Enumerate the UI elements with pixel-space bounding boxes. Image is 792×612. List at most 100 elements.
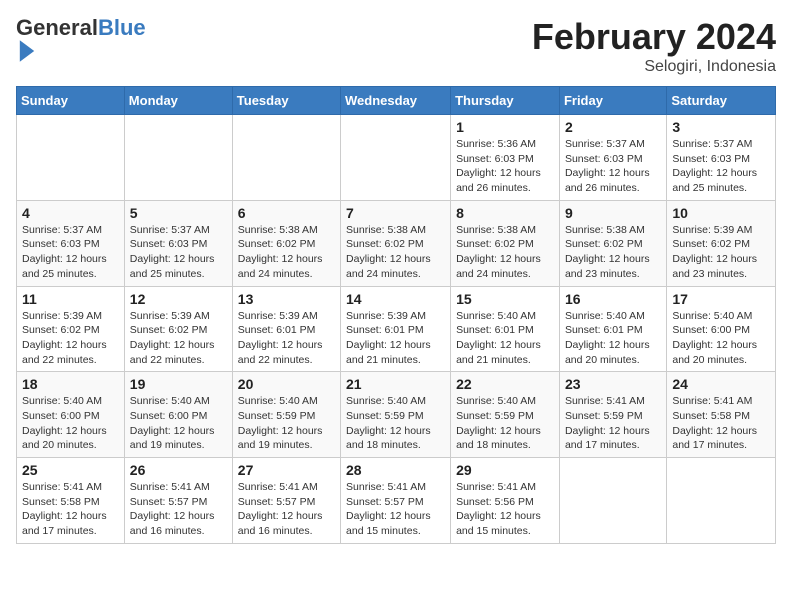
day-number: 2 bbox=[565, 119, 661, 135]
day-info: Sunrise: 5:39 AMSunset: 6:01 PMDaylight:… bbox=[346, 309, 445, 368]
calendar-cell: 3 Sunrise: 5:37 AMSunset: 6:03 PMDaylight… bbox=[667, 115, 776, 201]
calendar-cell: 2 Sunrise: 5:37 AMSunset: 6:03 PMDaylight… bbox=[559, 115, 666, 201]
calendar-cell bbox=[17, 115, 125, 201]
day-info: Sunrise: 5:36 AMSunset: 6:03 PMDaylight:… bbox=[456, 137, 554, 196]
day-number: 5 bbox=[130, 205, 227, 221]
day-number: 29 bbox=[456, 462, 554, 478]
month-title: February 2024 bbox=[532, 16, 776, 58]
day-info: Sunrise: 5:37 AMSunset: 6:03 PMDaylight:… bbox=[130, 223, 227, 282]
calendar-cell: 15 Sunrise: 5:40 AMSunset: 6:01 PMDayligh… bbox=[451, 286, 560, 372]
day-number: 17 bbox=[672, 291, 770, 307]
day-info: Sunrise: 5:37 AMSunset: 6:03 PMDaylight:… bbox=[565, 137, 661, 196]
calendar-cell: 23Sunrise: 5:41 AMSunset: 5:59 PMDayligh… bbox=[559, 372, 666, 458]
calendar-week-2: 11 Sunrise: 5:39 AMSunset: 6:02 PMDayligh… bbox=[17, 286, 776, 372]
day-info: Sunrise: 5:40 AMSunset: 5:59 PMDaylight:… bbox=[456, 394, 554, 453]
day-info: Sunrise: 5:37 AMSunset: 6:03 PMDaylight:… bbox=[672, 137, 770, 196]
day-number: 7 bbox=[346, 205, 445, 221]
calendar-cell bbox=[341, 115, 451, 201]
day-info: Sunrise: 5:40 AMSunset: 6:00 PMDaylight:… bbox=[672, 309, 770, 368]
page-header: GeneralBlue February 2024 Selogiri, Indo… bbox=[16, 16, 776, 76]
calendar-week-1: 4 Sunrise: 5:37 AMSunset: 6:03 PMDaylight… bbox=[17, 200, 776, 286]
calendar-cell bbox=[667, 458, 776, 544]
day-number: 28 bbox=[346, 462, 445, 478]
day-info: Sunrise: 5:39 AMSunset: 6:02 PMDaylight:… bbox=[22, 309, 119, 368]
day-info: Sunrise: 5:41 AMSunset: 5:57 PMDaylight:… bbox=[130, 480, 227, 539]
calendar-table: SundayMondayTuesdayWednesdayThursdayFrid… bbox=[16, 86, 776, 544]
calendar-cell: 29 Sunrise: 5:41 AMSunset: 5:56 PMDayligh… bbox=[451, 458, 560, 544]
calendar-cell: 10 Sunrise: 5:39 AMSunset: 6:02 PMDayligh… bbox=[667, 200, 776, 286]
day-info: Sunrise: 5:40 AMSunset: 5:59 PMDaylight:… bbox=[238, 394, 335, 453]
calendar-cell: 18Sunrise: 5:40 AMSunset: 6:00 PMDayligh… bbox=[17, 372, 125, 458]
day-info: Sunrise: 5:38 AMSunset: 6:02 PMDaylight:… bbox=[238, 223, 335, 282]
day-number: 13 bbox=[238, 291, 335, 307]
calendar-cell: 11 Sunrise: 5:39 AMSunset: 6:02 PMDayligh… bbox=[17, 286, 125, 372]
day-number: 8 bbox=[456, 205, 554, 221]
day-info: Sunrise: 5:41 AMSunset: 5:57 PMDaylight:… bbox=[346, 480, 445, 539]
calendar-week-3: 18 Sunrise: 5:40 AMSunset: 6:00 PMDayligh… bbox=[17, 372, 776, 458]
day-number: 6 bbox=[238, 205, 335, 221]
column-header-monday: Monday bbox=[124, 87, 232, 115]
calendar-cell: 22 Sunrise: 5:40 AMSunset: 5:59 PMDayligh… bbox=[451, 372, 560, 458]
day-info: Sunrise: 5:40 AMSunset: 6:00 PMDaylight:… bbox=[130, 394, 227, 453]
day-number: 26 bbox=[130, 462, 227, 478]
calendar-cell bbox=[232, 115, 340, 201]
column-header-wednesday: Wednesday bbox=[341, 87, 451, 115]
column-header-saturday: Saturday bbox=[667, 87, 776, 115]
day-number: 18 bbox=[22, 376, 119, 392]
column-header-sunday: Sunday bbox=[17, 87, 125, 115]
day-number: 15 bbox=[456, 291, 554, 307]
calendar-cell: 17 Sunrise: 5:40 AMSunset: 6:00 PMDayligh… bbox=[667, 286, 776, 372]
calendar-cell: 25 Sunrise: 5:41 AMSunset: 5:58 PMDayligh… bbox=[17, 458, 125, 544]
calendar-cell: 19 Sunrise: 5:40 AMSunset: 6:00 PMDayligh… bbox=[124, 372, 232, 458]
day-number: 21 bbox=[346, 376, 445, 392]
calendar-cell bbox=[124, 115, 232, 201]
day-info: Sunrise: 5:38 AMSunset: 6:02 PMDaylight:… bbox=[565, 223, 661, 282]
day-number: 25 bbox=[22, 462, 119, 478]
column-header-tuesday: Tuesday bbox=[232, 87, 340, 115]
calendar-cell: 20 Sunrise: 5:40 AMSunset: 5:59 PMDayligh… bbox=[232, 372, 340, 458]
logo-blue-text: Blue bbox=[98, 15, 146, 40]
day-number: 11 bbox=[22, 291, 119, 307]
calendar-cell: 16Sunrise: 5:40 AMSunset: 6:01 PMDayligh… bbox=[559, 286, 666, 372]
day-info: Sunrise: 5:37 AMSunset: 6:03 PMDaylight:… bbox=[22, 223, 119, 282]
calendar-cell: 13 Sunrise: 5:39 AMSunset: 6:01 PMDayligh… bbox=[232, 286, 340, 372]
day-number: 22 bbox=[456, 376, 554, 392]
day-number: 24 bbox=[672, 376, 770, 392]
calendar-cell bbox=[559, 458, 666, 544]
day-number: 27 bbox=[238, 462, 335, 478]
calendar-cell: 21Sunrise: 5:40 AMSunset: 5:59 PMDayligh… bbox=[341, 372, 451, 458]
day-info: Sunrise: 5:41 AMSunset: 5:56 PMDaylight:… bbox=[456, 480, 554, 539]
day-number: 20 bbox=[238, 376, 335, 392]
day-number: 19 bbox=[130, 376, 227, 392]
location-subtitle: Selogiri, Indonesia bbox=[532, 58, 776, 76]
day-number: 16 bbox=[565, 291, 661, 307]
calendar-cell: 8 Sunrise: 5:38 AMSunset: 6:02 PMDaylight… bbox=[451, 200, 560, 286]
calendar-cell: 26 Sunrise: 5:41 AMSunset: 5:57 PMDayligh… bbox=[124, 458, 232, 544]
day-number: 10 bbox=[672, 205, 770, 221]
calendar-cell: 6 Sunrise: 5:38 AMSunset: 6:02 PMDaylight… bbox=[232, 200, 340, 286]
day-info: Sunrise: 5:39 AMSunset: 6:01 PMDaylight:… bbox=[238, 309, 335, 368]
day-info: Sunrise: 5:40 AMSunset: 6:01 PMDaylight:… bbox=[456, 309, 554, 368]
day-number: 4 bbox=[22, 205, 119, 221]
calendar-cell: 28 Sunrise: 5:41 AMSunset: 5:57 PMDayligh… bbox=[341, 458, 451, 544]
logo-flag-icon bbox=[18, 40, 36, 62]
day-number: 1 bbox=[456, 119, 554, 135]
title-block: February 2024 Selogiri, Indonesia bbox=[532, 16, 776, 76]
calendar-cell: 24 Sunrise: 5:41 AMSunset: 5:58 PMDayligh… bbox=[667, 372, 776, 458]
column-header-thursday: Thursday bbox=[451, 87, 560, 115]
day-info: Sunrise: 5:41 AMSunset: 5:58 PMDaylight:… bbox=[672, 394, 770, 453]
day-info: Sunrise: 5:41 AMSunset: 5:58 PMDaylight:… bbox=[22, 480, 119, 539]
calendar-cell: 1 Sunrise: 5:36 AMSunset: 6:03 PMDaylight… bbox=[451, 115, 560, 201]
day-info: Sunrise: 5:39 AMSunset: 6:02 PMDaylight:… bbox=[672, 223, 770, 282]
day-number: 23 bbox=[565, 376, 661, 392]
calendar-cell: 9 Sunrise: 5:38 AMSunset: 6:02 PMDaylight… bbox=[559, 200, 666, 286]
calendar-cell: 7Sunrise: 5:38 AMSunset: 6:02 PMDaylight… bbox=[341, 200, 451, 286]
day-number: 12 bbox=[130, 291, 227, 307]
calendar-week-0: 1 Sunrise: 5:36 AMSunset: 6:03 PMDaylight… bbox=[17, 115, 776, 201]
day-info: Sunrise: 5:38 AMSunset: 6:02 PMDaylight:… bbox=[456, 223, 554, 282]
calendar-week-4: 25 Sunrise: 5:41 AMSunset: 5:58 PMDayligh… bbox=[17, 458, 776, 544]
day-number: 9 bbox=[565, 205, 661, 221]
day-number: 3 bbox=[672, 119, 770, 135]
calendar-header: SundayMondayTuesdayWednesdayThursdayFrid… bbox=[17, 87, 776, 115]
calendar-cell: 5 Sunrise: 5:37 AMSunset: 6:03 PMDaylight… bbox=[124, 200, 232, 286]
